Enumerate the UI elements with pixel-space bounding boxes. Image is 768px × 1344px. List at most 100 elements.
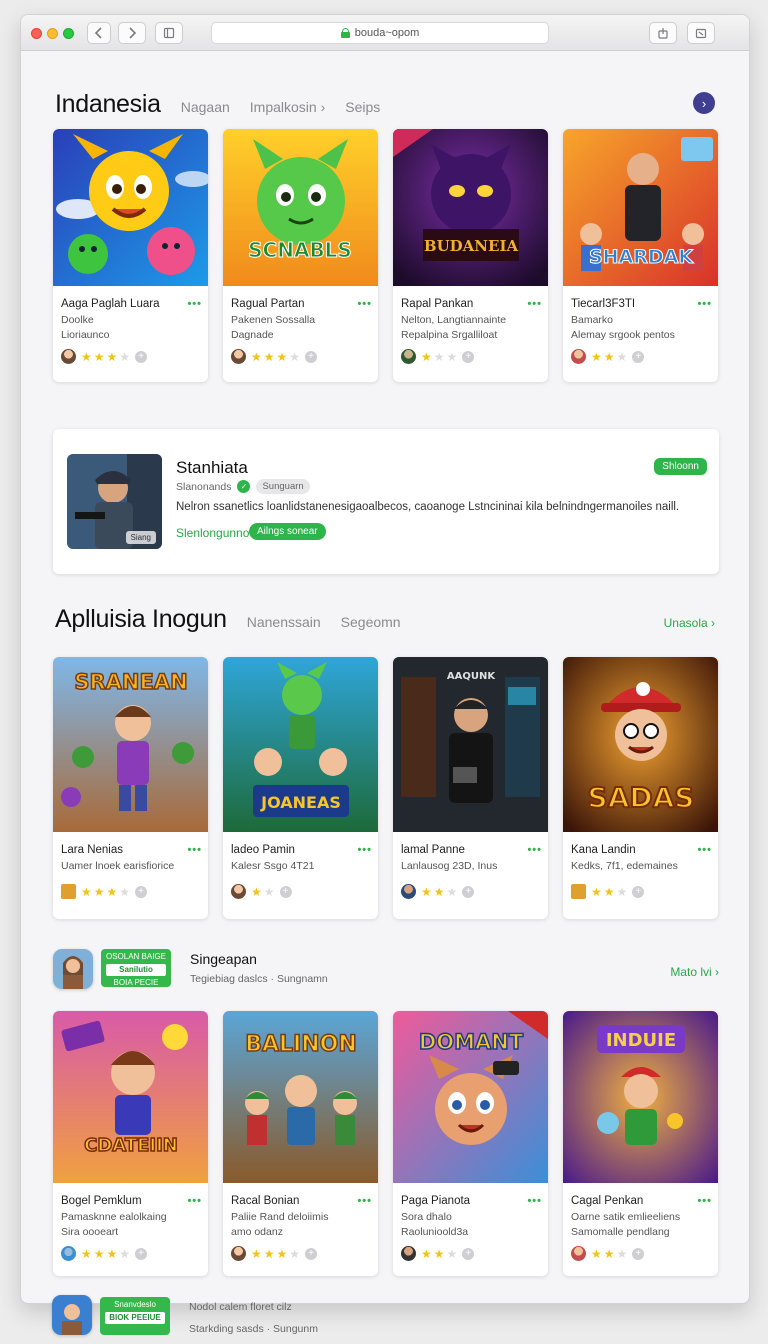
- promo-banner-row[interactable]: OSOLAN BAIGE Sanilutio BOIA PECIE Singea…: [53, 945, 719, 991]
- app-card[interactable]: SCNABLS Ragual Partan ••• Pakenen Sossal…: [223, 129, 378, 382]
- app-title: Racal Bonian: [231, 1195, 300, 1207]
- svg-text:BUDANEIA: BUDANEIA: [424, 237, 519, 255]
- minimize-window-button[interactable]: [47, 28, 58, 39]
- app-developer: Nelton, Langtiannainte: [401, 314, 507, 326]
- app-card[interactable]: INDUIE Cagal Penkan ••• Oarne satik emli…: [563, 1011, 718, 1276]
- app-card[interactable]: SHARDAK Tiecarl3F3TI ••• Bamarko Alemay …: [563, 129, 718, 382]
- app-card[interactable]: JOANEAS ladeo Pamin ••• Kalesr Ssgo 4T21…: [223, 657, 378, 919]
- avatar: [571, 349, 586, 364]
- more-options-icon[interactable]: •••: [527, 1195, 542, 1207]
- tabs-button[interactable]: [687, 22, 715, 44]
- more-options-icon[interactable]: •••: [187, 1195, 202, 1207]
- next-arrow-button[interactable]: ›: [693, 92, 715, 114]
- rating-row: ★ ★ ★ +: [571, 349, 710, 364]
- add-icon[interactable]: +: [632, 1247, 645, 1260]
- more-options-icon[interactable]: •••: [357, 1195, 372, 1207]
- promo-subtitle: Starkding sasds · Sungunm: [189, 1323, 318, 1335]
- star-icon: ★: [603, 884, 615, 899]
- app-card[interactable]: CDATEIIN Bogel Pemklum ••• Pamasknne eal…: [53, 1011, 208, 1276]
- star-empty-icon: ★: [616, 884, 628, 899]
- app-category: Repalpina Srgalliloat: [401, 329, 498, 341]
- add-icon[interactable]: +: [305, 1247, 318, 1260]
- star-icon: ★: [433, 1246, 445, 1261]
- more-options-icon[interactable]: •••: [527, 844, 542, 856]
- add-icon[interactable]: +: [462, 1247, 475, 1260]
- section-tab[interactable]: Impalkosin ›: [250, 99, 325, 115]
- add-icon[interactable]: +: [462, 885, 475, 898]
- featured-app-card[interactable]: Siang Stanhiata Slanonands ✓ Sunguarn Ne…: [53, 429, 719, 574]
- section-tab[interactable]: Nagaan: [181, 99, 230, 115]
- promo-badge-bottom: BIOK PEEIUE: [105, 1312, 165, 1324]
- more-options-icon[interactable]: •••: [187, 298, 202, 310]
- add-icon[interactable]: +: [632, 350, 645, 363]
- app-card[interactable]: BUDANEIA Rapal Pankan ••• Nelton, Langti…: [393, 129, 548, 382]
- app-artwork: BUDANEIA: [393, 129, 548, 286]
- promo-badge-bottom: BOIA PECIE: [113, 978, 159, 987]
- promo-banner-row-below[interactable]: Snanvdeslo BIOK PEEIUE Nodol calem flore…: [52, 1295, 552, 1340]
- section-header-indanesia: Indanesia Nagaan Impalkosin › Seips ›: [55, 90, 715, 119]
- section-title: Aplluisia Inogun: [55, 605, 227, 633]
- star-empty-icon: ★: [263, 884, 275, 899]
- app-artwork: SHARDAK: [563, 129, 718, 286]
- add-icon[interactable]: +: [462, 350, 475, 363]
- featured-app-action-button[interactable]: Ailngs sonear: [249, 523, 326, 540]
- star-icon: ★: [591, 349, 602, 364]
- svg-text:SADAS: SADAS: [588, 781, 695, 814]
- add-icon[interactable]: +: [135, 350, 148, 363]
- app-developer: Pamasknne ealolkaing: [61, 1211, 167, 1223]
- section-tab[interactable]: Seips: [345, 99, 380, 115]
- more-options-icon[interactable]: •••: [187, 844, 202, 856]
- forward-button[interactable]: [118, 22, 146, 44]
- add-icon[interactable]: +: [279, 885, 292, 898]
- add-icon[interactable]: +: [632, 885, 645, 898]
- chevron-left-icon: [94, 27, 102, 39]
- more-options-icon[interactable]: •••: [697, 1195, 712, 1207]
- app-category: Samomalle pendlang: [571, 1226, 670, 1238]
- avatar: [401, 1246, 416, 1261]
- svg-text:DOMANT: DOMANT: [419, 1030, 524, 1054]
- app-card[interactable]: BALINON Racal Bonian ••• Paliie Rand del…: [223, 1011, 378, 1276]
- featured-app-get-button[interactable]: Shloonn: [654, 458, 707, 475]
- app-card[interactable]: SADAS Kana Landin ••• Kedks, 7f1, edemai…: [563, 657, 718, 919]
- avatar: [61, 349, 76, 364]
- app-card[interactable]: Aaga Paglah Luara ••• Doolke Lioriaunco …: [53, 129, 208, 382]
- more-options-icon[interactable]: •••: [697, 844, 712, 856]
- more-options-icon[interactable]: •••: [697, 298, 712, 310]
- add-icon[interactable]: +: [135, 1247, 148, 1260]
- section-tab[interactable]: Nanenssain: [247, 614, 321, 630]
- rating-row: ★ ★ +: [231, 884, 370, 899]
- star-icon: ★: [81, 1246, 92, 1261]
- star-empty-icon: ★: [616, 1246, 628, 1261]
- app-title: Cagal Penkan: [571, 1195, 644, 1207]
- see-all-link[interactable]: Unasola ›: [664, 616, 715, 630]
- app-title: Kana Landin: [571, 844, 636, 856]
- add-icon[interactable]: +: [305, 350, 318, 363]
- star-icon: ★: [421, 349, 432, 364]
- address-bar[interactable]: bouda~opom: [211, 22, 549, 44]
- add-icon[interactable]: +: [135, 885, 148, 898]
- section-tab[interactable]: Segeomn: [341, 614, 401, 630]
- more-options-icon[interactable]: •••: [527, 298, 542, 310]
- more-options-icon[interactable]: •••: [357, 298, 372, 310]
- sidebar-toggle-button[interactable]: [155, 22, 183, 44]
- promo-badge-top: OSOLAN BAIGE: [105, 952, 167, 961]
- featured-app-category-pill[interactable]: Sunguarn: [256, 479, 310, 494]
- featured-app-meta: Slanonands ✓ Sunguarn: [176, 479, 310, 494]
- rating-row: ★ ★ ★ +: [571, 884, 710, 899]
- app-artwork: AAQUNK: [393, 657, 548, 832]
- more-options-icon[interactable]: •••: [357, 844, 372, 856]
- app-card[interactable]: SRANEAN Lara Nenias ••• Uamer lnoek eari…: [53, 657, 208, 919]
- star-icon: ★: [106, 349, 118, 364]
- featured-app-link[interactable]: Slenlongunno: [176, 526, 249, 540]
- app-card[interactable]: DOMANT Paga Pianota ••• Sora dhalo Raolu…: [393, 1011, 548, 1276]
- app-card[interactable]: AAQUNK lamal Panne ••• Lanlausog 23D, In…: [393, 657, 548, 919]
- promo-more-link[interactable]: Mato lvi ›: [670, 965, 719, 979]
- share-button[interactable]: [649, 22, 677, 44]
- close-window-button[interactable]: [31, 28, 42, 39]
- sidebar-icon: [163, 27, 175, 39]
- app-developer: Sora dhalo: [401, 1211, 452, 1223]
- rating-row: ★ ★ ★ ★ +: [61, 349, 200, 364]
- zoom-window-button[interactable]: [63, 28, 74, 39]
- back-button[interactable]: [87, 22, 111, 44]
- star-icon: ★: [263, 349, 275, 364]
